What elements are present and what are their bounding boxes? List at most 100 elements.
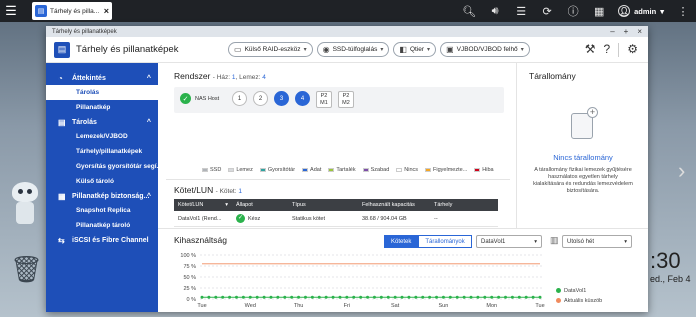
m2-slot-2[interactable]: P2 M2 (338, 91, 354, 108)
user-menu[interactable]: 👤︎ admin ▾ (612, 5, 670, 17)
y-tick-label: 50 % (183, 275, 196, 281)
nas-host[interactable]: ✓ NAS Host (180, 93, 219, 104)
x-tick-label: Mon (486, 303, 497, 309)
data-point (414, 295, 418, 299)
ssd-overprovisioning-button[interactable]: ◉ SSD-túlfoglalás ▾ (316, 42, 390, 57)
tools-icon[interactable]: ⚒ (585, 42, 596, 57)
sidebar-section-snapshot-backup[interactable]: ▦ Pillanatkép biztonság... ^ (46, 189, 158, 203)
lun-header: Kötet/LUN - Kötet: 1 (174, 185, 242, 195)
data-point (276, 295, 280, 299)
sync-icon[interactable]: ⟳ (534, 0, 560, 22)
maximize-icon[interactable]: + (624, 26, 629, 37)
chevron-right-icon[interactable]: › (678, 158, 685, 184)
menu-icon[interactable]: ☰ (0, 0, 22, 22)
more-icon[interactable]: ⋮ (670, 0, 696, 22)
column-header[interactable]: Tárhely (430, 199, 498, 211)
range-select[interactable]: Utolsó hét ▾ (562, 235, 632, 248)
data-point (262, 295, 266, 299)
utilization-tabs: Kötetek Tárallományok (384, 235, 472, 248)
legend-swatch (425, 168, 432, 172)
mascot-robot (4, 182, 44, 242)
data-point (283, 295, 287, 299)
qtier-button[interactable]: ◧ Qtier ▾ (393, 42, 437, 57)
data-point (234, 295, 238, 299)
help-icon[interactable]: ? (604, 42, 611, 57)
chevron-down-icon: ▾ (660, 6, 664, 16)
x-tick-label: Wed (245, 303, 256, 309)
volume-name: DataVol1 (Rend... (174, 211, 232, 227)
lun-table: Kötet/LUN ▾ Állapot Típus Felhasznált ka… (174, 199, 498, 227)
data-point (538, 295, 542, 299)
legend-swatch (362, 168, 369, 172)
data-point (241, 295, 245, 299)
user-name: admin (634, 6, 657, 16)
column-header[interactable]: Állapot (232, 199, 288, 211)
sidebar-item-snapshot-vault[interactable]: Pillanatkép tároló (46, 218, 158, 233)
sidebar-section-iscsi[interactable]: ⇆ iSCSI és Fibre Channel (46, 233, 158, 247)
qtier-icon: ◧ (399, 45, 407, 54)
volume-icon[interactable]: 🔊︎ (482, 0, 508, 22)
data-point (400, 295, 404, 299)
table-row[interactable]: DataVol1 (Rend... ✓ Kész Statikus kötet 3… (174, 211, 498, 227)
user-icon: 👤︎ (618, 5, 631, 17)
sidebar-item-storage-overview[interactable]: Tárolás (46, 85, 158, 100)
window-titlebar[interactable]: Tárhely és pillanatképek – + × (46, 26, 648, 37)
data-point (331, 295, 335, 299)
dashboard-icon[interactable]: ▦ (586, 0, 612, 22)
storage-app-icon: ▤ (54, 41, 70, 58)
minimize-icon[interactable]: – (610, 26, 614, 37)
tab-volumes[interactable]: Kötetek (384, 235, 419, 248)
columns-icon[interactable]: ▥ (550, 235, 559, 246)
sidebar-section-storage[interactable]: ▤ Tárolás ^ (46, 115, 158, 129)
m2-slot-1[interactable]: P2 M1 (316, 91, 332, 108)
column-header[interactable]: Felhasznált kapacitás (358, 199, 430, 211)
lun-title: Kötet/LUN (174, 185, 214, 195)
column-header[interactable]: Típus (288, 199, 358, 211)
volume-select[interactable]: DataVol1 ▾ (476, 235, 542, 248)
disk-slot-2[interactable]: 2 (253, 91, 268, 106)
no-pool-link[interactable]: Nincs tárallomány (517, 153, 649, 162)
add-pool-icon: + (571, 107, 598, 139)
chevron-up-icon: ^ (146, 192, 151, 200)
chevron-down-icon: ▾ (534, 238, 537, 245)
external-raid-button[interactable]: ▭ Külső RAID-eszköz ▾ (228, 42, 313, 57)
sidebar-item-snapshot-overview[interactable]: Pillanatkép (46, 100, 158, 115)
tasks-icon[interactable]: ☰ (508, 0, 534, 22)
app-title: Tárhely és pillanatképek (76, 44, 179, 55)
data-point (317, 295, 321, 299)
sidebar-item-external-storage[interactable]: Külső tároló (46, 174, 158, 189)
utilization-title: Kihasználtság (174, 235, 227, 245)
info-icon[interactable]: ⓘ (560, 0, 586, 22)
disk-slots: 1 2 3 4 P2 M1 P2 M2 (232, 91, 354, 108)
disk-slot-1[interactable]: 1 (232, 91, 247, 106)
storage-icon: ▤ (58, 117, 66, 127)
recycle-bin-icon[interactable]: 🗑︎ (10, 252, 43, 286)
column-header[interactable]: Kötet/LUN ▾ (174, 199, 232, 211)
data-point (372, 295, 376, 299)
sidebar-section-overview[interactable]: ◔ Áttekintés ^ (46, 71, 158, 85)
disk-slot-3[interactable]: 3 (274, 91, 289, 106)
data-point (510, 295, 514, 299)
data-point (228, 295, 232, 299)
legend-item: Hiba (474, 167, 494, 173)
disk-count: 4 (262, 74, 266, 81)
app-header: ▤ Tárhely és pillanatképek ▭ Külső RAID-e… (46, 37, 648, 63)
y-tick-label: 25 % (183, 286, 196, 292)
gear-icon[interactable]: ⚙ (627, 42, 638, 57)
taskbar-app-tab[interactable]: ▤ Tárhely és pilla... × (32, 2, 112, 20)
sidebar-item-storage-snapshots[interactable]: Tárhely/pillanatképek (46, 144, 158, 159)
legend-swatch (328, 168, 335, 172)
legend-item: Szabad (362, 167, 389, 173)
disk-slot-4[interactable]: 4 (295, 91, 310, 106)
chevron-down-icon: ▾ (624, 238, 627, 245)
search-icon[interactable]: 🔍︎ (456, 0, 482, 22)
vjbod-button[interactable]: ▣ VJBOD/VJBOD felhő ▾ (440, 42, 530, 57)
close-icon[interactable]: × (637, 26, 642, 37)
sidebar-item-disks[interactable]: Lemezek/VJBOD (46, 129, 158, 144)
sidebar-item-cache[interactable]: Gyorsítás gyorsítótár segí... (46, 159, 158, 174)
data-point (524, 295, 528, 299)
tab-pools[interactable]: Tárallományok (418, 235, 472, 248)
sidebar-item-snapshot-replica[interactable]: Snapshot Replica (46, 203, 158, 218)
close-icon[interactable]: × (104, 6, 109, 16)
taskbar-tab-label: Tárhely és pilla... (50, 7, 100, 15)
